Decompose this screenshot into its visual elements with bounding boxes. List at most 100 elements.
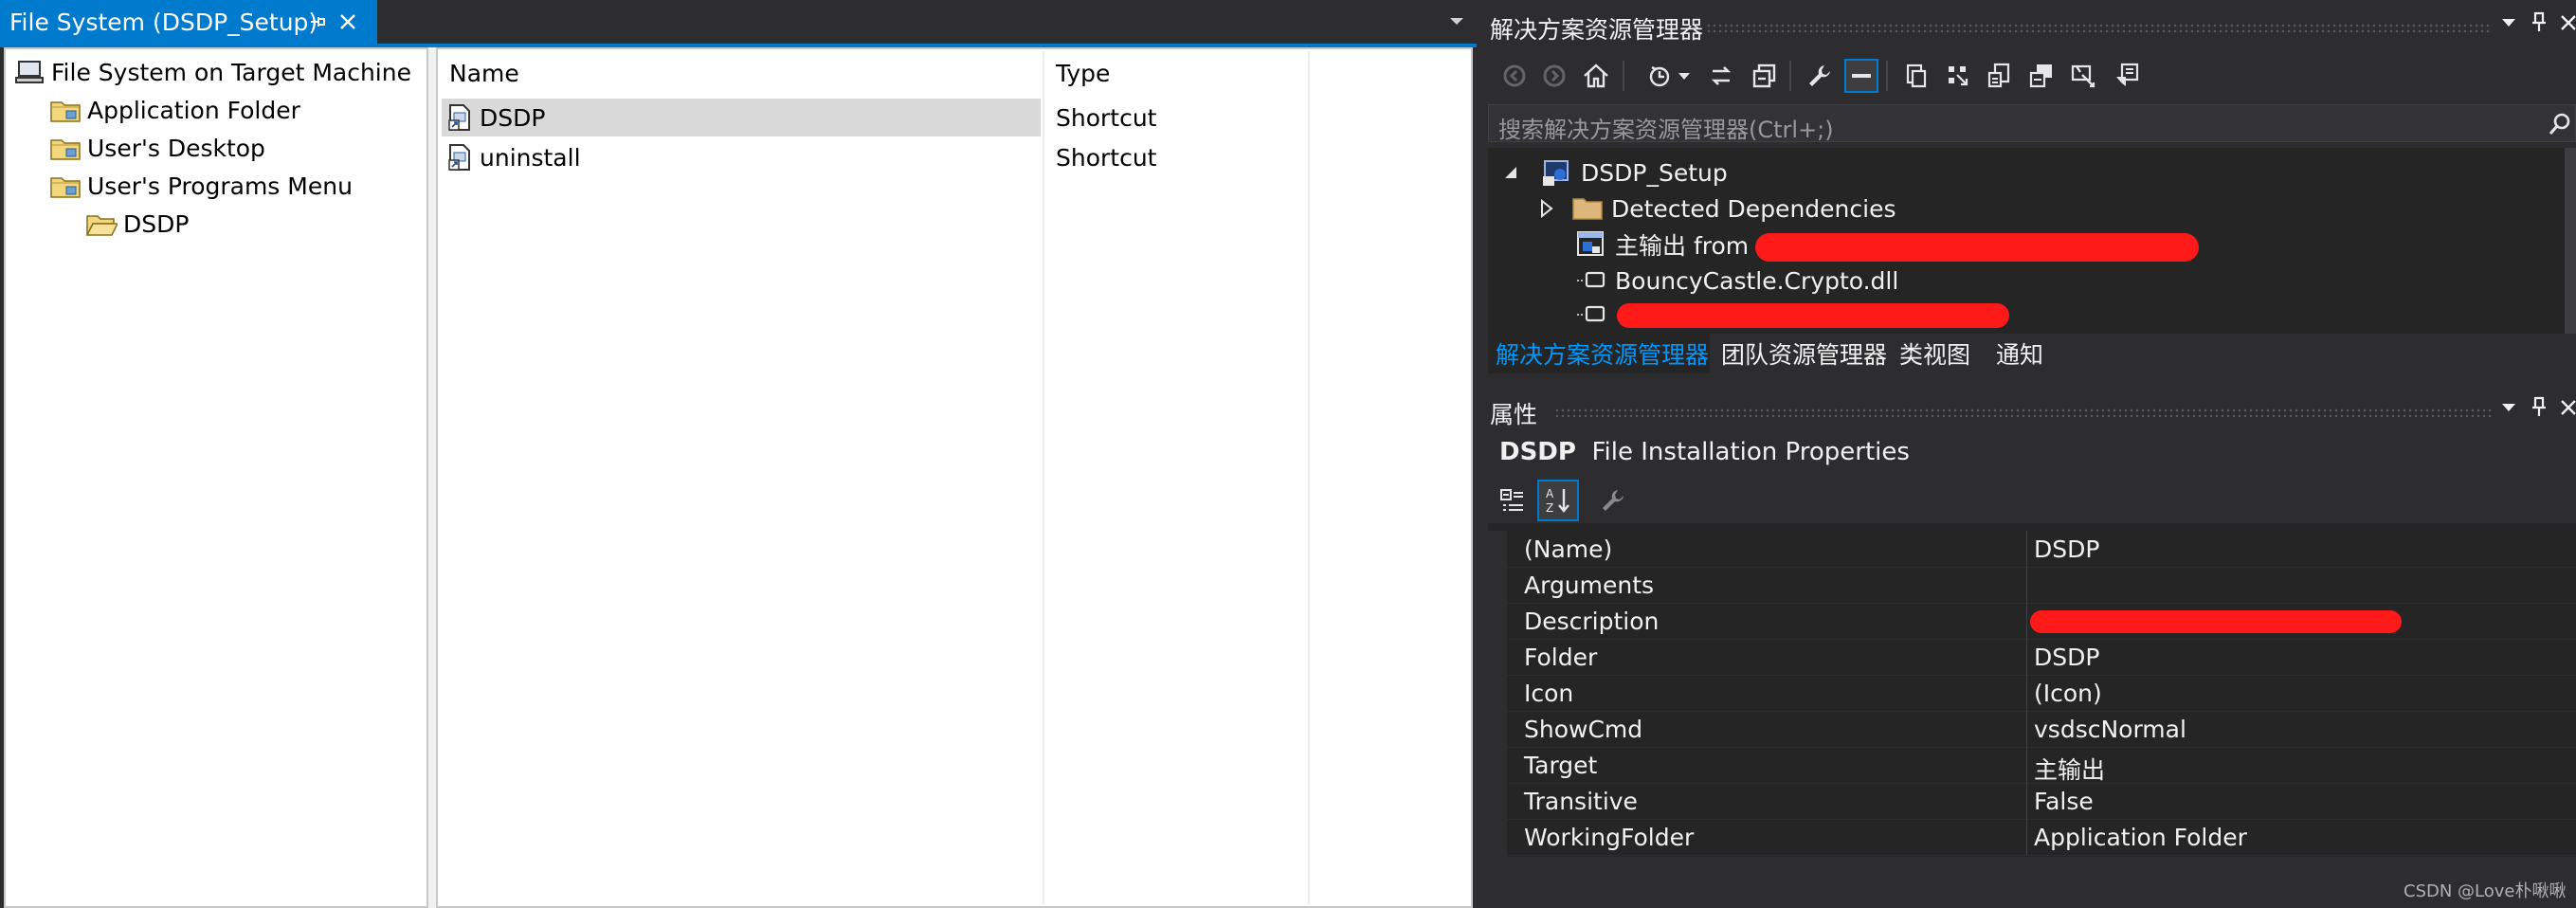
tree-root-label: File System on Target Machine	[51, 58, 411, 86]
list-item[interactable]: DSDP Shortcut	[442, 99, 1465, 136]
folder-icon	[50, 177, 81, 198]
pane-splitter[interactable]	[428, 47, 436, 908]
property-divider	[2026, 783, 2027, 819]
tree-root-file-system[interactable]: File System on Target Machine	[13, 55, 411, 89]
tree-item-label: DSDP	[123, 209, 190, 238]
solution-search-input[interactable]: 搜索解决方案资源管理器(Ctrl+;)	[1488, 104, 2576, 143]
property-value[interactable]: False	[2034, 788, 2094, 815]
property-name: Description	[1524, 608, 1660, 635]
solution-node-bouncycastle[interactable]: BouncyCastle.Crypto.dll	[1575, 263, 1898, 298]
tab-label: 类视图	[1899, 341, 1971, 369]
property-value[interactable]: DSDP	[2034, 536, 2099, 563]
pin-icon[interactable]	[2529, 394, 2549, 419]
property-row-transitive[interactable]: Transitive False	[1507, 783, 2576, 820]
user-interface-editor-icon[interactable]	[2024, 59, 2059, 93]
property-row-name[interactable]: (Name) DSDP	[1507, 531, 2576, 568]
collapse-all-icon[interactable]	[1748, 59, 1782, 93]
sync-icon[interactable]	[1704, 59, 1738, 93]
column-header-name[interactable]: Name	[438, 51, 1044, 95]
forward-icon[interactable]	[1537, 59, 1571, 93]
column-divider	[1043, 51, 1044, 904]
toolbar-separator	[1789, 61, 1791, 91]
file-types-editor-icon[interactable]	[1983, 59, 2017, 93]
tree-item-application-folder[interactable]: Application Folder	[49, 93, 300, 127]
list-item[interactable]: uninstall Shortcut	[442, 138, 1465, 176]
title-grip	[1706, 23, 2493, 32]
solution-node-label: 主输出 from	[1615, 232, 1750, 260]
solution-node-redacted[interactable]	[1575, 298, 1615, 332]
tab-label: 团队资源管理器	[1721, 341, 1888, 369]
property-value[interactable]: (Icon)	[2034, 680, 2102, 707]
document-tab-file-system[interactable]: File System (DSDP_Setup)	[0, 0, 377, 44]
close-icon[interactable]	[2559, 9, 2576, 34]
tree-item-users-programs-menu[interactable]: User's Programs Menu	[49, 169, 353, 203]
chevron-down-icon[interactable]	[1448, 15, 1465, 27]
pin-icon[interactable]	[2529, 9, 2549, 34]
file-system-editor-icon[interactable]	[1899, 59, 1933, 93]
setup-project-icon	[1543, 160, 1569, 186]
close-icon[interactable]	[337, 11, 358, 32]
tree-item-label: User's Programs Menu	[87, 172, 353, 200]
property-value[interactable]: 主输出	[2034, 752, 2105, 786]
solution-node-primary-output[interactable]: 主输出 from	[1575, 227, 1749, 262]
folder-open-icon	[85, 215, 118, 236]
property-divider	[2026, 675, 2027, 711]
property-name: Folder	[1524, 644, 1598, 671]
property-name: Arguments	[1524, 572, 1655, 599]
file-type: Shortcut	[1056, 104, 1157, 132]
property-pages-icon[interactable]	[1596, 483, 1630, 518]
toolbar-separator	[1623, 61, 1624, 91]
property-name: Transitive	[1524, 788, 1638, 815]
back-icon[interactable]	[1497, 59, 1532, 93]
chevron-down-icon[interactable]	[2500, 394, 2517, 419]
property-divider	[2026, 747, 2027, 783]
preview-selected-icon[interactable]	[1844, 59, 1878, 93]
file-type: Shortcut	[1056, 144, 1157, 172]
column-header-empty	[1310, 51, 1471, 95]
watermark: CSDN @Love朴啾啾	[2404, 881, 2567, 901]
wrench-icon[interactable]	[1803, 59, 1837, 93]
tab-label: 解决方案资源管理器	[1496, 341, 1710, 369]
solution-scrollbar[interactable]	[2565, 148, 2576, 334]
search-icon[interactable]	[2547, 111, 2573, 137]
properties-object-label: DSDP File Installation Properties	[1499, 438, 1910, 466]
pin-icon[interactable]	[307, 11, 328, 32]
tree-item-users-desktop[interactable]: User's Desktop	[49, 131, 265, 165]
assembly-icon	[1577, 271, 1605, 288]
property-name: Icon	[1524, 680, 1574, 707]
categorized-icon[interactable]	[1496, 483, 1530, 518]
tab-team-explorer[interactable]: 团队资源管理器	[1714, 334, 1895, 373]
property-row-target[interactable]: Target 主输出	[1507, 747, 2576, 784]
property-row-workingfolder[interactable]: WorkingFolder Application Folder	[1507, 819, 2576, 856]
properties-title: 属性	[1490, 401, 1538, 428]
solution-node-label: DSDP_Setup	[1581, 158, 1728, 187]
tab-solution-explorer[interactable]: 解决方案资源管理器	[1488, 334, 1710, 373]
pending-changes-filter-icon[interactable]	[1643, 59, 1678, 93]
property-row-folder[interactable]: Folder DSDP	[1507, 639, 2576, 676]
tab-notifications[interactable]: 通知	[1988, 334, 2051, 373]
close-icon[interactable]	[2559, 394, 2576, 419]
tab-class-view[interactable]: 类视图	[1892, 334, 1978, 373]
column-header-label: Type	[1056, 59, 1111, 87]
property-value[interactable]: DSDP	[2034, 644, 2099, 671]
tree-item-dsdp[interactable]: DSDP	[85, 207, 189, 241]
custom-actions-editor-icon[interactable]	[2066, 59, 2100, 93]
chevron-down-icon[interactable]	[1674, 59, 1695, 93]
launch-conditions-editor-icon[interactable]	[2110, 59, 2144, 93]
solution-node-detected-dependencies[interactable]: Detected Dependencies	[1539, 191, 1896, 226]
property-value[interactable]: vsdscNormal	[2034, 716, 2186, 743]
home-icon[interactable]	[1579, 59, 1613, 93]
registry-editor-icon[interactable]	[1941, 59, 1975, 93]
property-name: (Name)	[1524, 536, 1613, 563]
property-value[interactable]: Application Folder	[2034, 824, 2247, 851]
chevron-down-icon[interactable]	[2500, 9, 2517, 34]
property-row-icon[interactable]: Icon (Icon)	[1507, 675, 2576, 712]
property-row-arguments[interactable]: Arguments	[1507, 567, 2576, 604]
column-header-type[interactable]: Type	[1044, 51, 1310, 95]
expanded-arrow-icon[interactable]	[1503, 165, 1518, 180]
column-header-label: Name	[449, 59, 519, 87]
property-row-showcmd[interactable]: ShowCmd vsdscNormal	[1507, 711, 2576, 748]
collapsed-arrow-icon[interactable]	[1539, 199, 1554, 218]
alphabetical-icon[interactable]: AZ	[1537, 480, 1579, 521]
solution-node-dsdp-setup[interactable]: DSDP_Setup	[1503, 155, 1728, 190]
